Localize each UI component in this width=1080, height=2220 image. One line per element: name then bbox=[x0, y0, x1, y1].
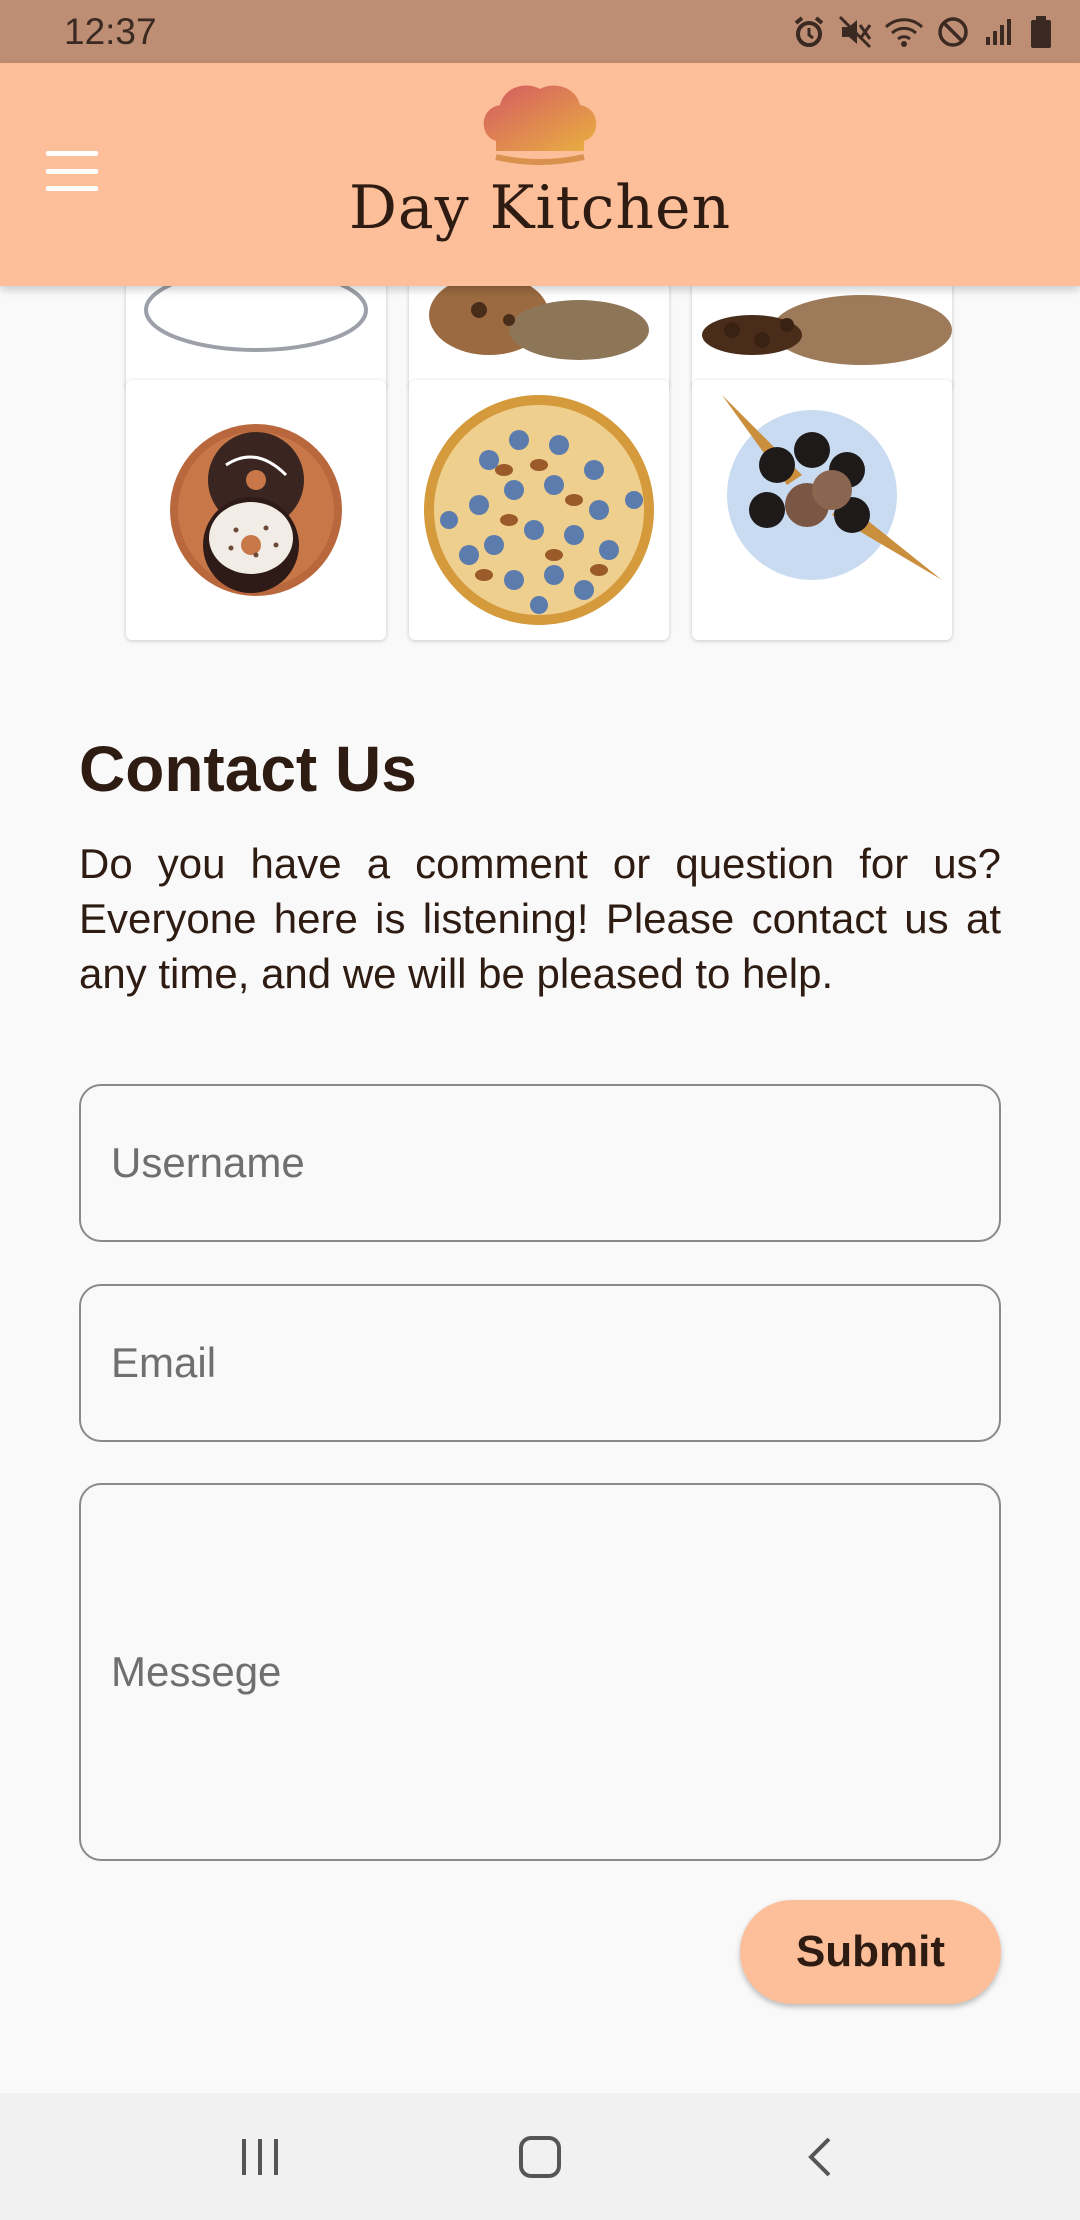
brand-name: Day Kitchen bbox=[348, 173, 732, 243]
status-icons bbox=[792, 15, 1054, 49]
gallery-item-donuts[interactable] bbox=[126, 380, 386, 640]
system-nav-bar bbox=[0, 2093, 1080, 2220]
back-button[interactable] bbox=[760, 2117, 880, 2197]
message-field[interactable] bbox=[79, 1483, 1001, 1861]
contact-title: Contact Us bbox=[79, 733, 417, 805]
email-input[interactable] bbox=[81, 1339, 999, 1387]
recent-apps-button[interactable] bbox=[200, 2117, 320, 2197]
username-input[interactable] bbox=[81, 1139, 999, 1187]
contact-description: Do you have a comment or question for us… bbox=[79, 840, 1001, 997]
alarm-icon bbox=[794, 15, 824, 47]
status-time: 12:37 bbox=[64, 10, 157, 52]
recent-apps-icon bbox=[242, 2138, 278, 2175]
do-not-disturb-icon bbox=[938, 16, 968, 47]
status-bar: 12:37 bbox=[0, 0, 1080, 63]
message-input[interactable] bbox=[81, 1642, 999, 1702]
logo: Day Kitchen bbox=[0, 79, 1080, 243]
chef-hat-icon bbox=[483, 85, 597, 165]
gallery-item-cookie-ice-cream-cones[interactable] bbox=[692, 380, 952, 640]
email-field[interactable] bbox=[79, 1284, 1001, 1442]
home-icon bbox=[519, 2135, 561, 2178]
mute-icon bbox=[838, 15, 872, 48]
app-header: Day Kitchen bbox=[0, 63, 1080, 286]
wifi-icon bbox=[884, 17, 924, 47]
home-button[interactable] bbox=[480, 2117, 600, 2197]
signal-icon bbox=[986, 18, 1011, 45]
gallery-item-blueberry-tart[interactable] bbox=[409, 380, 669, 640]
username-field[interactable] bbox=[79, 1084, 1001, 1242]
battery-icon bbox=[1031, 15, 1051, 48]
submit-button[interactable]: Submit bbox=[740, 1900, 1001, 2004]
back-icon bbox=[808, 2137, 831, 2176]
